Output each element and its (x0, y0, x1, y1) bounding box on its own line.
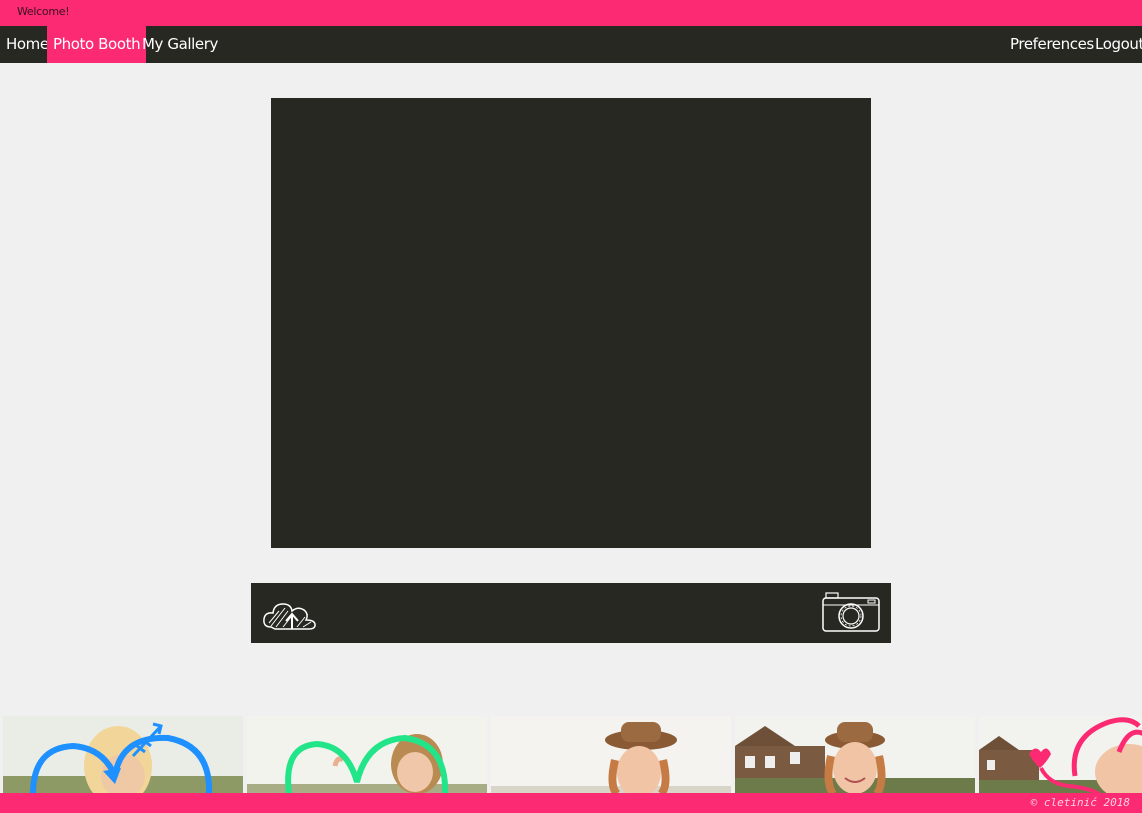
nav-preferences[interactable]: Preferences (1004, 26, 1100, 63)
footer-bar: © cletinić 2018 (0, 793, 1142, 813)
nav-logout[interactable]: Logout (1089, 26, 1142, 63)
nav-my-gallery[interactable]: My Gallery (136, 26, 224, 63)
filter-thumb-hearts[interactable] (247, 716, 487, 794)
welcome-message: Welcome! (17, 5, 70, 18)
filter-thumb-none[interactable] (735, 716, 975, 794)
webcam-preview (271, 98, 871, 548)
copyright-text: © cletinić 2018 (1030, 796, 1130, 809)
top-bar: Welcome! (0, 0, 1142, 26)
camera-icon[interactable] (821, 591, 881, 635)
filter-thumb-arrows-heart[interactable] (3, 716, 243, 794)
main-nav: Home Photo Booth My Gallery Preferences … (0, 26, 1142, 63)
booth-controls (251, 583, 891, 643)
filter-strip (0, 716, 1142, 794)
nav-photo-booth[interactable]: Photo Booth (47, 26, 147, 63)
cloud-upload-icon[interactable] (261, 593, 321, 633)
filter-thumb-cat-ears[interactable] (979, 716, 1142, 794)
filter-thumb-hat[interactable] (491, 716, 731, 794)
